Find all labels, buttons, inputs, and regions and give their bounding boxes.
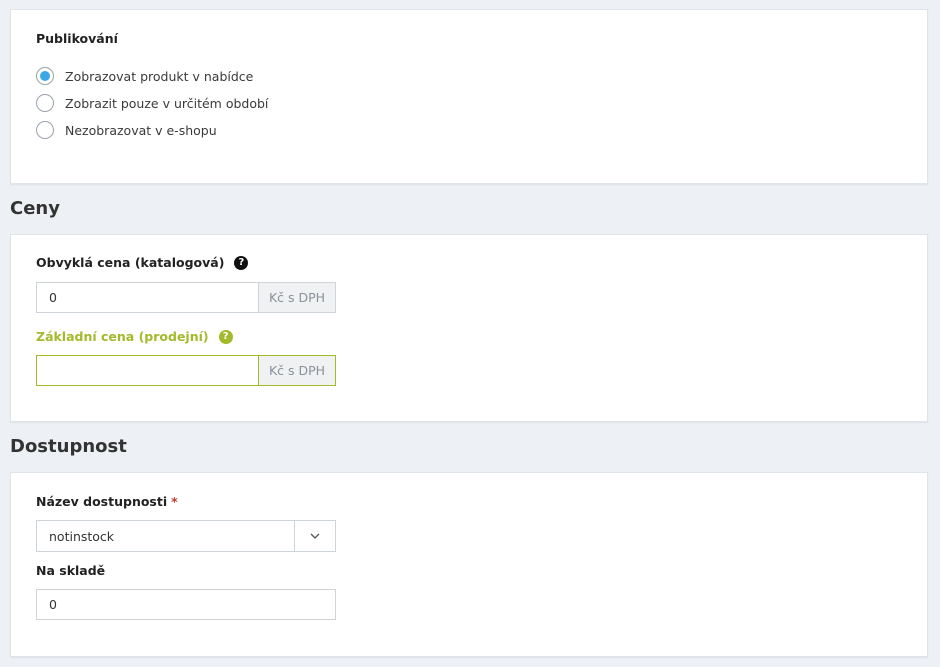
regular-price-group: Kč s DPH: [36, 282, 336, 313]
radio-button[interactable]: [36, 94, 54, 112]
required-mark: *: [171, 494, 178, 509]
regular-price-label-text: Obvyklá cena (katalogová): [36, 255, 225, 270]
radio-option-hide[interactable]: Nezobrazovat v e-shopu: [36, 121, 217, 139]
prices-section-title: Ceny: [10, 198, 60, 219]
radio-option-show[interactable]: Zobrazovat produkt v nabídce: [36, 67, 253, 85]
stock-input[interactable]: [36, 589, 336, 620]
publishing-card: Publikování Zobrazovat produkt v nabídce…: [10, 9, 928, 184]
availability-name-label-text: Název dostupnosti: [36, 494, 168, 509]
regular-price-label: Obvyklá cena (katalogová) ?: [36, 255, 249, 270]
question-circle-icon[interactable]: ?: [218, 329, 233, 344]
base-price-group: Kč s DPH: [36, 355, 336, 386]
chevron-down-icon[interactable]: [294, 521, 335, 551]
availability-name-label: Název dostupnosti *: [36, 494, 178, 509]
radio-button[interactable]: [36, 67, 54, 85]
publishing-title: Publikování: [36, 31, 118, 46]
regular-price-input[interactable]: [36, 282, 258, 313]
availability-select[interactable]: notinstock: [36, 520, 336, 552]
radio-button[interactable]: [36, 121, 54, 139]
currency-addon: Kč s DPH: [258, 355, 336, 386]
radio-label: Zobrazovat produkt v nabídce: [65, 68, 254, 84]
availability-select-value: notinstock: [49, 528, 115, 544]
prices-card: Obvyklá cena (katalogová) ? Kč s DPH Zák…: [10, 234, 928, 422]
base-price-input[interactable]: [36, 355, 258, 386]
radio-option-period[interactable]: Zobrazit pouze v určitém období: [36, 94, 268, 112]
radio-label: Nezobrazovat v e-shopu: [65, 122, 217, 138]
base-price-label-text: Základní cena (prodejní): [36, 329, 209, 344]
question-circle-icon[interactable]: ?: [234, 255, 249, 270]
base-price-label: Základní cena (prodejní) ?: [36, 329, 233, 344]
currency-addon: Kč s DPH: [258, 282, 336, 313]
availability-card: Název dostupnosti * notinstock Na skladě: [10, 472, 928, 657]
availability-section-title: Dostupnost: [10, 436, 127, 457]
radio-label: Zobrazit pouze v určitém období: [65, 95, 269, 111]
stock-label: Na skladě: [36, 563, 106, 578]
